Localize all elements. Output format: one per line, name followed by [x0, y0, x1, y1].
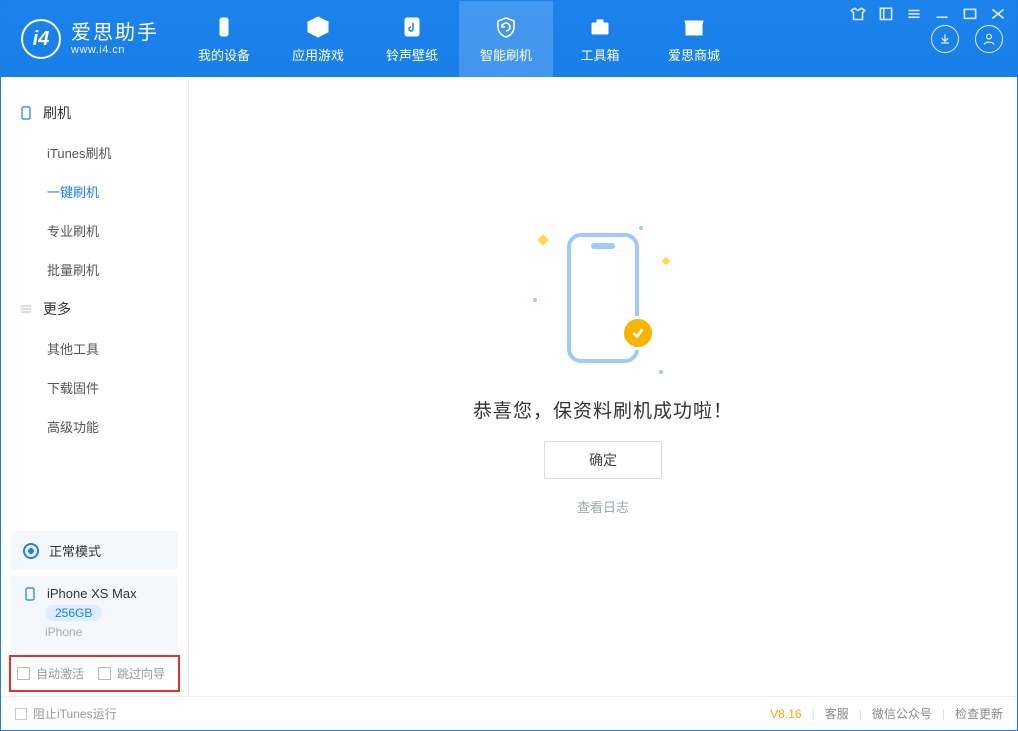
mode-card[interactable]: 正常模式 [11, 531, 178, 570]
music-file-icon [398, 15, 426, 39]
device-card[interactable]: iPhone XS Max 256GB iPhone [11, 576, 178, 649]
nav-toolbox[interactable]: 工具箱 [553, 1, 647, 77]
nav-ringtones-wallpapers[interactable]: 铃声壁纸 [365, 1, 459, 77]
footer: 阻止iTunes运行 V8.16 | 客服 | 微信公众号 | 检查更新 [1, 696, 1017, 730]
device-icon [210, 15, 238, 39]
brand: i4 爱思助手 www.i4.cn [1, 1, 177, 77]
main-content: 恭喜您，保资料刷机成功啦！ 确定 查看日志 [189, 77, 1017, 696]
user-button[interactable] [975, 25, 1003, 53]
download-button[interactable] [931, 25, 959, 53]
separator: | [859, 707, 862, 721]
top-nav: 我的设备 应用游戏 铃声壁纸 智能刷机 工具箱 爱思商城 [177, 1, 741, 77]
checkbox-skip-guide[interactable]: 跳过向导 [98, 665, 165, 682]
device-type: iPhone [45, 625, 82, 639]
mode-dot-icon [23, 543, 39, 559]
nav-apps-games[interactable]: 应用游戏 [271, 1, 365, 77]
app-header: i4 爱思助手 www.i4.cn 我的设备 应用游戏 铃声壁纸 智能刷机 [1, 1, 1017, 77]
maximize-icon[interactable] [961, 7, 979, 21]
phone-small-icon [19, 106, 33, 120]
nav-label: 工具箱 [580, 45, 619, 64]
close-icon[interactable] [989, 7, 1007, 21]
footer-link-update[interactable]: 检查更新 [955, 705, 1003, 722]
sidebar-item-advanced[interactable]: 高级功能 [1, 407, 188, 446]
brand-name-cn: 爱思助手 [71, 22, 159, 44]
dot-icon [659, 370, 663, 374]
sidebar-group-flash: 刷机 [1, 93, 188, 133]
checkbox-label: 自动激活 [36, 665, 84, 682]
sparkle-icon [662, 256, 670, 264]
checkbox-auto-activate[interactable]: 自动激活 [17, 665, 84, 682]
highlighted-options: 自动激活 跳过向导 [9, 655, 180, 692]
device-capacity: 256GB [45, 605, 102, 621]
minimize-icon[interactable] [933, 7, 951, 21]
nav-label: 我的设备 [198, 45, 250, 64]
nav-label: 智能刷机 [480, 45, 532, 64]
checkbox-label: 跳过向导 [117, 665, 165, 682]
window-controls [849, 7, 1007, 21]
nav-store[interactable]: 爱思商城 [647, 1, 741, 77]
sidebar-item-download-firmware[interactable]: 下载固件 [1, 368, 188, 407]
separator: | [812, 707, 815, 721]
sidebar-item-oneclick-flash[interactable]: 一键刷机 [1, 172, 188, 211]
checkbox-label: 阻止iTunes运行 [33, 705, 117, 722]
sidebar-group-more: 更多 [1, 289, 188, 329]
device-name: iPhone XS Max [47, 586, 137, 601]
store-icon [680, 15, 708, 39]
briefcase-icon [586, 15, 614, 39]
nav-my-device[interactable]: 我的设备 [177, 1, 271, 77]
footer-link-support[interactable]: 客服 [825, 705, 849, 722]
sidebar-item-batch-flash[interactable]: 批量刷机 [1, 250, 188, 289]
refresh-shield-icon [492, 15, 520, 39]
version-label: V8.16 [770, 707, 801, 721]
success-message: 恭喜您，保资料刷机成功啦！ [473, 396, 733, 423]
phone-small-icon [23, 587, 37, 601]
ok-button[interactable]: 确定 [544, 441, 662, 479]
separator: | [942, 707, 945, 721]
sidebar: 刷机 iTunes刷机 一键刷机 专业刷机 批量刷机 更多 其他工具 下载固件 … [1, 77, 189, 696]
checkbox-box-icon [15, 708, 27, 720]
dot-icon [639, 226, 643, 230]
sidebar-item-other-tools[interactable]: 其他工具 [1, 329, 188, 368]
menu-icon[interactable] [905, 7, 923, 21]
sidebar-group-label: 更多 [43, 299, 71, 319]
list-small-icon [19, 302, 33, 316]
sidebar-group-label: 刷机 [43, 103, 71, 123]
checkbox-box-icon [17, 667, 30, 680]
success-illustration [533, 218, 673, 378]
sparkle-icon [537, 234, 548, 245]
cube-icon [304, 15, 332, 39]
nav-smart-flash[interactable]: 智能刷机 [459, 1, 553, 77]
dot-icon [533, 298, 537, 302]
footer-link-wechat[interactable]: 微信公众号 [872, 705, 932, 722]
nav-label: 爱思商城 [668, 45, 720, 64]
check-badge-icon [621, 316, 655, 350]
checkbox-block-itunes[interactable]: 阻止iTunes运行 [15, 705, 117, 722]
nav-label: 应用游戏 [292, 45, 344, 64]
checkbox-box-icon [98, 667, 111, 680]
brand-logo-icon: i4 [21, 19, 61, 59]
tshirt-icon[interactable] [849, 7, 867, 21]
mode-label: 正常模式 [49, 541, 101, 560]
sidebar-item-itunes-flash[interactable]: iTunes刷机 [1, 133, 188, 172]
nav-label: 铃声壁纸 [386, 45, 438, 64]
view-log-link[interactable]: 查看日志 [577, 497, 629, 516]
notebook-icon[interactable] [877, 7, 895, 21]
sidebar-item-pro-flash[interactable]: 专业刷机 [1, 211, 188, 250]
brand-name-en: www.i4.cn [71, 44, 159, 56]
